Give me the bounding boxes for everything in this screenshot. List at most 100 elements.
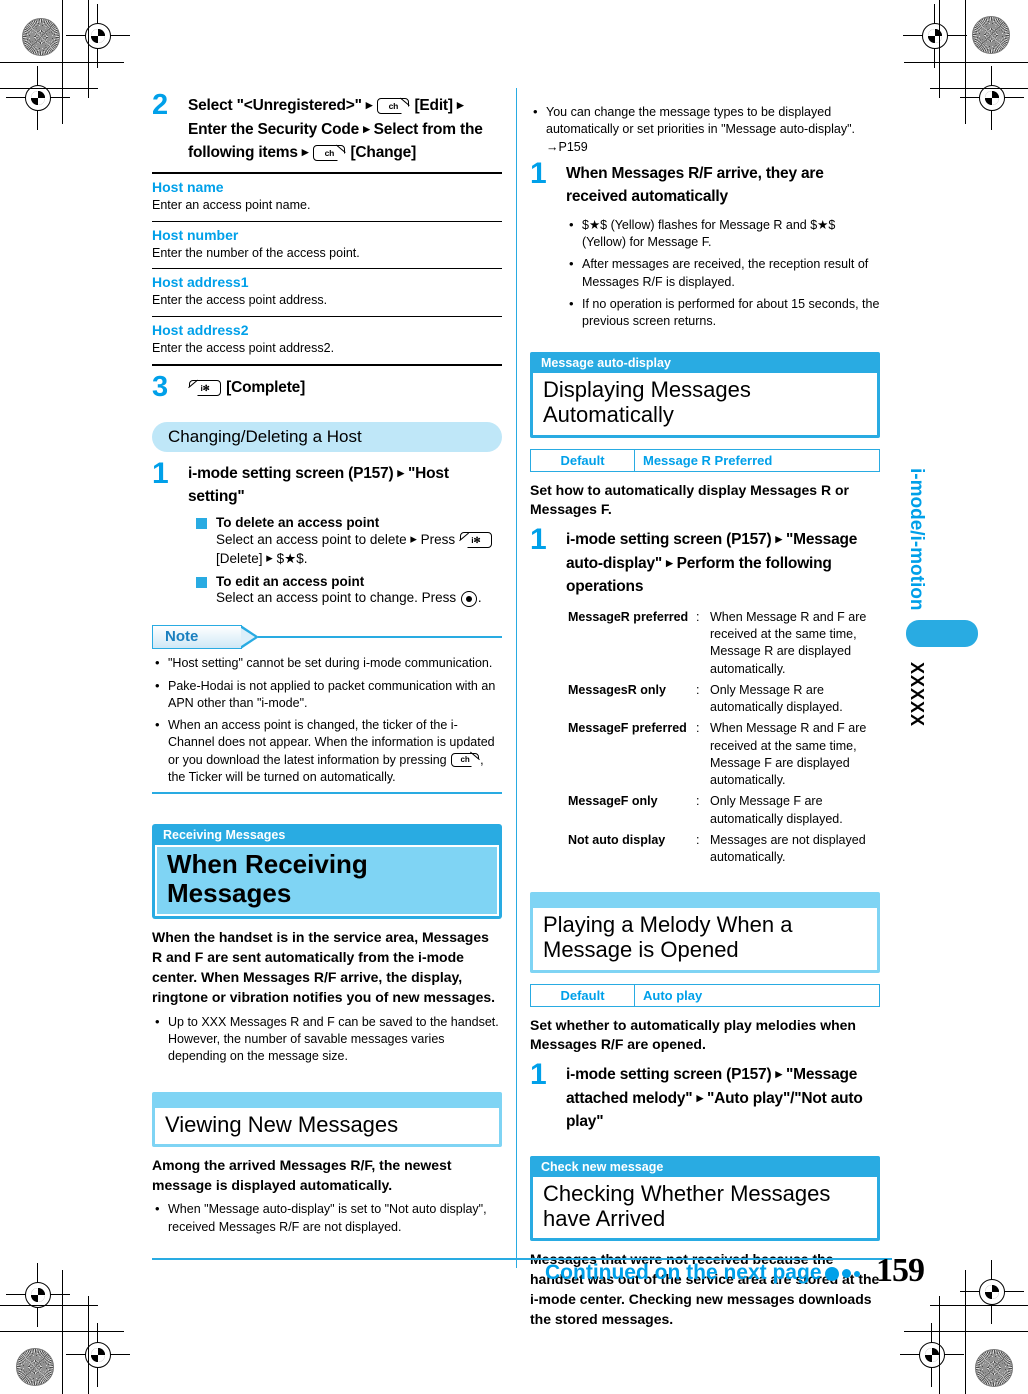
option-value: When Message R and F are received at the… [710,721,867,788]
registration-mark-tr2 [960,66,1024,130]
crop-line-bl-h2 [0,1305,98,1307]
step-text: i-mode setting screen (P157) ▸ "Message … [566,1063,880,1134]
section-title: Checking Whether Messages have Arrived [533,1176,877,1239]
option-name: Not auto display [568,832,666,847]
section-title: When Receiving Messages [155,845,499,917]
crop-line-tl-h2 [0,88,98,90]
continued-notice: Continued on the next page [545,1261,860,1285]
item-title-host-number: Host number [152,226,239,243]
print-star-target-topleft [22,18,60,56]
step-text: When Messages R/F arrive, they are recei… [566,164,824,206]
arrow-icon: ▸ [301,144,309,160]
default-value: Message R Preferred [643,452,773,468]
step-text: i✻ [Complete] [188,376,502,400]
table-row: Default Auto play [531,984,879,1006]
option-colon: : [696,682,700,697]
section-bullet-list: Up to XXX Messages R and F can be saved … [152,1013,502,1066]
section-band-spacer [155,1095,499,1108]
option-row: Not auto display : Messages are not disp… [568,832,880,867]
crop-line-br-v [965,1270,967,1394]
option-row: MessageR preferred : When Message R and … [568,609,880,678]
section-tag: Message auto-display [541,356,671,371]
crop-line-tr-v [965,0,967,124]
option-name: MessageF only [568,794,658,809]
step2-label1: [Edit] [414,97,453,114]
note-bullet: Pake-Hodai is not applied to packet comm… [152,677,502,713]
blue-square-icon [196,577,207,589]
section-receiving-messages: Receiving Messages When Receiving Messag… [152,824,502,1065]
arrow-icon: ▸ [363,120,370,136]
section-lead: Set how to automatically display Message… [530,481,849,518]
section-tag: Receiving Messages [163,828,286,843]
section-lead: When the handset is in the service area,… [152,929,496,1006]
step-text: Select "<Unregistered>" ▸ ch [Edit] ▸ En… [188,94,502,165]
options-list: MessageR preferred : When Message R and … [568,609,880,867]
step2-part1: Select "<Unregistered>" [188,97,362,114]
registration-mark-tr1 [903,4,967,68]
crop-line-br-h2 [930,1305,1028,1307]
option-colon: : [696,609,700,624]
rule [152,364,502,367]
continued-dots-icon [824,1261,860,1285]
sub-item-body-a: Select an access point to delete [216,531,407,547]
section-viewing-new-messages: Viewing New Messages Among the arrived M… [152,1091,502,1236]
arrow-icon: ▸ [666,554,673,570]
registration-mark-bl2 [66,1323,130,1387]
center-key-icon [460,590,477,607]
step-text-a: i-mode setting screen (P157) [566,531,772,549]
sub-item-heading: To edit an access point [216,574,365,590]
step-bullet: If no operation is performed for about 1… [566,295,880,331]
step-1-receive: 1 When Messages R/F arrive, they are rec… [530,158,880,331]
registration-mark-tl2 [6,66,70,130]
sub-item-body: Select an access point to change. Press … [216,589,502,607]
option-value: Only Message R are automatically display… [710,682,843,715]
default-table-melody: Default Auto play [530,983,880,1007]
arrow-icon: ▸ [775,1066,783,1082]
step-number: 3 [152,371,169,404]
option-colon: : [696,721,700,736]
print-star-target-bottomright [975,1349,1013,1387]
section-bullet-list: When "Message auto-display" is set to "N… [152,1200,502,1236]
option-row: MessageF preferred : When Message R and … [568,720,880,789]
item-desc-host-address2: Enter the access point address2. [152,341,335,356]
step2-label2: [Change] [350,144,417,162]
arrow-icon: ▸ [365,97,373,112]
option-value: When Message R and F are received at the… [710,609,867,676]
section-band-spacer [533,895,877,908]
left-column: 2 Select "<Unregistered>" ▸ ch [Edit] ▸ … [152,91,502,1241]
blue-square-icon [196,517,207,529]
imode-key-icon: i✻ [188,380,221,397]
section-tag: Check new message [541,1159,664,1174]
registration-mark-bl1 [6,1263,70,1327]
crop-line-tr-v2 [939,0,941,98]
sub-item-body: Select an access point to delete ▸ Press… [216,530,502,568]
section-lead: Among the arrived Messages R/F, the newe… [152,1156,452,1193]
continued-text: Continued on the next page [545,1261,822,1284]
section-lead: Set whether to automatically play melodi… [530,1016,856,1053]
note-bullet: "Host setting" cannot be set during i-mo… [152,654,502,672]
rule [152,316,502,318]
default-table-auto-display: Default Message R Preferred [530,448,880,472]
step-1: 1 i-mode setting screen (P157) ▸ "Host s… [152,458,502,608]
section-title: Playing a Melody When a Message is Opene… [533,908,877,970]
option-name: MessageR preferred [568,609,689,624]
sub-item-body-a: Select an access point to change. Press [216,590,457,606]
subsection-band-changing-deleting-host: Changing/Deleting a Host [152,421,502,452]
table-row: Default Message R Preferred [531,449,879,471]
side-tab-label: i-mode/i-motion [906,468,927,611]
section-bullet: When "Message auto-display" is set to "N… [152,1200,502,1236]
option-name: MessageF preferred [568,721,687,736]
step-2: 2 Select "<Unregistered>" ▸ ch [Edit] ▸ … [152,91,502,165]
sub-item-body-b: . [477,590,482,606]
right-column: You can change the message types to be d… [530,98,880,1330]
section-message-auto-display: Message auto-display Displaying Messages… [530,352,880,866]
option-row: MessagesR only : Only Message R are auto… [568,682,880,717]
registration-mark-br2 [900,1323,964,1387]
default-label: Default [531,984,635,1006]
section-bullet: Up to XXX Messages R and F can be saved … [152,1013,502,1066]
item-desc-host-name: Enter an access point name. [152,197,311,212]
step-text: i-mode setting screen (P157) ▸ "Host set… [188,462,502,509]
step-3: 3 i✻ [Complete] [152,371,502,404]
note-arrow-inner-icon [241,627,255,646]
note-label: Note [152,625,242,650]
